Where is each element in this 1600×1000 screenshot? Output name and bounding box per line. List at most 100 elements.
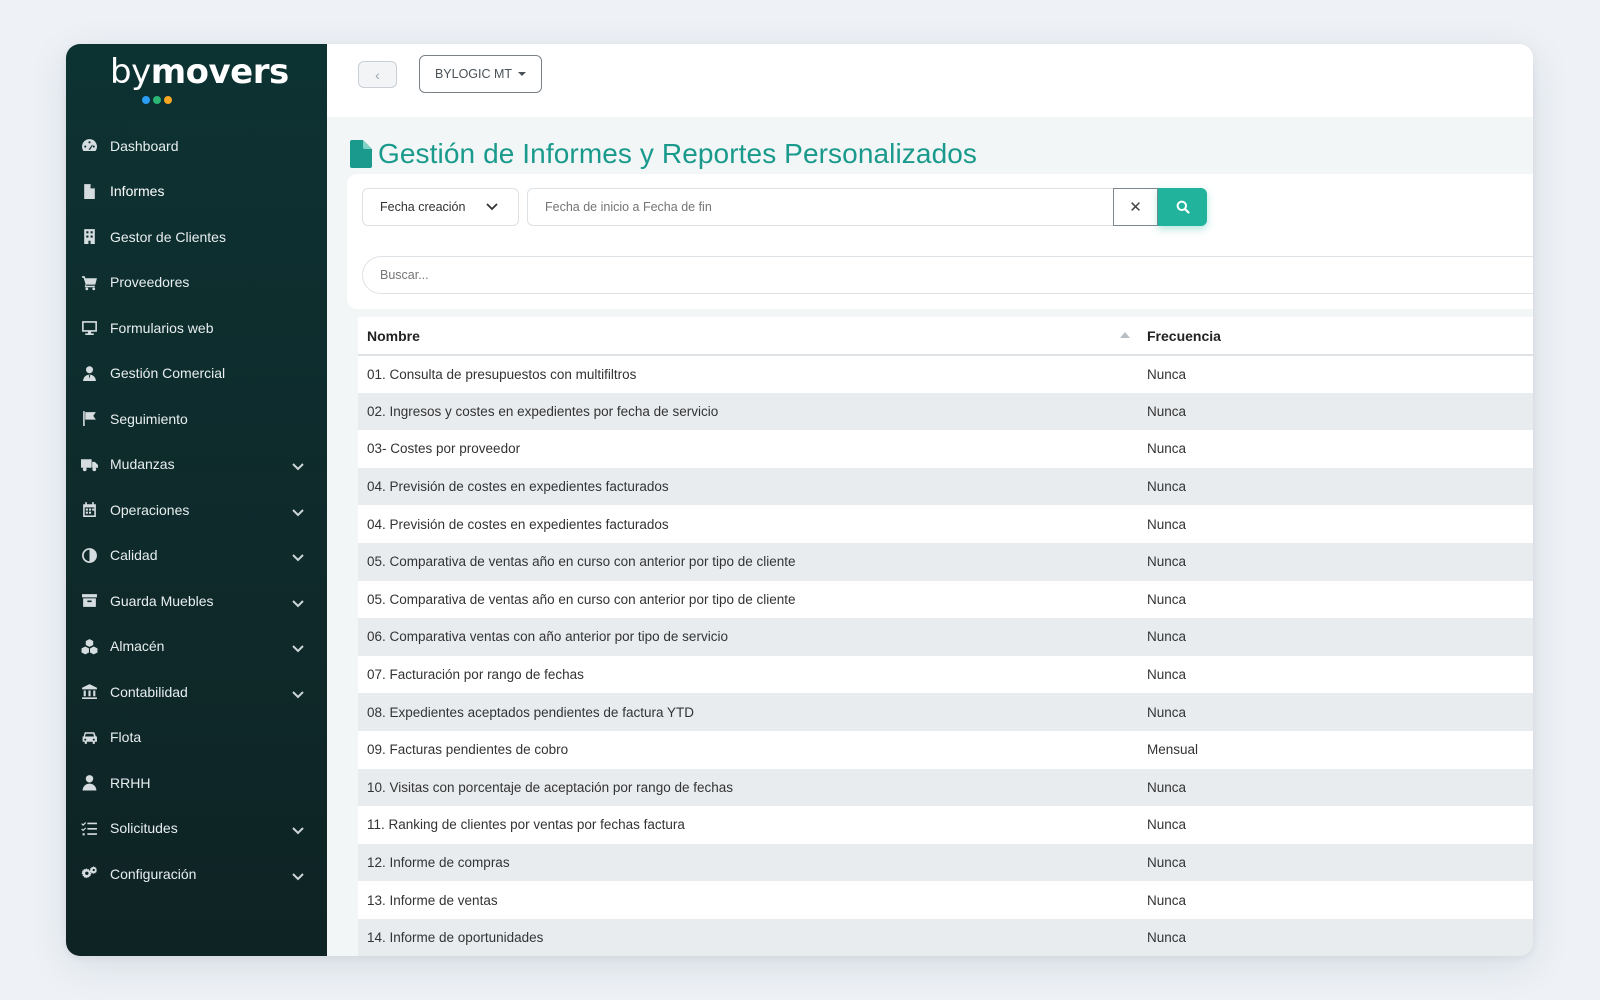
date-type-select[interactable]: Fecha creación xyxy=(362,188,519,226)
report-frequency-cell: Nunca xyxy=(1138,618,1533,656)
search-icon xyxy=(1176,200,1190,214)
sidebar-item-flota[interactable]: Flota xyxy=(66,715,327,761)
sidebar-item-label: RRHH xyxy=(110,774,151,791)
report-frequency-cell: Nunca xyxy=(1138,918,1533,956)
logo-dot-green xyxy=(153,96,161,104)
table-row[interactable]: 06. Comparativa ventas con año anterior … xyxy=(358,618,1533,656)
file-icon xyxy=(350,140,372,168)
date-range-input[interactable] xyxy=(527,188,1113,226)
close-icon: ✕ xyxy=(1129,199,1142,216)
sidebar-item-label: Seguimiento xyxy=(110,410,188,427)
sidebar-item-rrhh[interactable]: RRHH xyxy=(66,760,327,806)
sidebar-item-calidad[interactable]: Calidad xyxy=(66,533,327,579)
date-type-value: Fecha creación xyxy=(380,200,466,214)
chevron-down-icon[interactable] xyxy=(291,550,305,562)
table-row[interactable]: 12. Informe de compras Nunca xyxy=(358,843,1533,882)
sidebar-item-configuracion[interactable]: Configuración xyxy=(66,851,327,897)
search-button[interactable] xyxy=(1158,188,1207,226)
page-title: Gestión de Informes y Reportes Personali… xyxy=(378,138,978,169)
table-row[interactable]: 08. Expedientes aceptados pendientes de … xyxy=(358,693,1533,731)
chevron-down-icon[interactable] xyxy=(291,641,305,653)
table-row[interactable]: 04. Previsión de costes en expedientes f… xyxy=(358,467,1533,506)
table-row[interactable]: 02. Ingresos y costes en expedientes por… xyxy=(358,392,1533,431)
sidebar-item-label: Formularios web xyxy=(110,319,214,336)
report-name-cell: 04. Previsión de costes en expedientes f… xyxy=(358,505,1138,543)
chevron-down-icon[interactable] xyxy=(291,505,305,517)
sidebar-item-gestor-de-clientes[interactable]: Gestor de Clientes xyxy=(66,214,327,260)
table-row[interactable]: 13. Informe de ventas Nunca xyxy=(358,881,1533,919)
report-frequency-cell: Nunca xyxy=(1138,392,1533,431)
table-row[interactable]: 03- Costes por proveedor Nunca xyxy=(358,430,1533,468)
sidebar-item-almacen[interactable]: Almacén xyxy=(66,624,327,670)
tachometer-icon xyxy=(79,137,99,155)
report-name-cell: 01. Consulta de presupuestos con multifi… xyxy=(358,355,1138,393)
report-name-cell: 13. Informe de ventas xyxy=(358,881,1138,919)
user-tie-icon xyxy=(79,364,99,382)
chevron-down-icon[interactable] xyxy=(291,869,305,881)
table-row[interactable]: 07. Facturación por rango de fechas Nunca xyxy=(358,655,1533,694)
table-row[interactable]: 10. Visitas con porcentaje de aceptación… xyxy=(358,768,1533,807)
report-frequency-cell: Nunca xyxy=(1138,806,1533,844)
sidebar-item-dashboard[interactable]: Dashboard xyxy=(66,123,327,169)
sidebar-item-label: Informes xyxy=(110,183,165,200)
brand-logo[interactable]: bymovers xyxy=(110,52,289,108)
bank-icon xyxy=(79,683,99,701)
sidebar-item-label: Operaciones xyxy=(110,501,190,518)
report-frequency-cell: Nunca xyxy=(1138,355,1533,393)
sidebar-item-informes[interactable]: Informes xyxy=(66,169,327,215)
report-name-cell: 04. Previsión de costes en expedientes f… xyxy=(358,467,1138,506)
table-row[interactable]: 11. Ranking de clientes por ventas por f… xyxy=(358,806,1533,844)
sidebar-item-gestion-comercial[interactable]: Gestión Comercial xyxy=(66,351,327,397)
logo-dot-orange xyxy=(164,96,172,104)
sidebar-item-mudanzas[interactable]: Mudanzas xyxy=(66,442,327,488)
sidebar-item-label: Mudanzas xyxy=(110,456,175,473)
sort-ascending-icon[interactable] xyxy=(1120,332,1130,338)
car-icon xyxy=(79,728,99,746)
report-frequency-cell: Nunca xyxy=(1138,580,1533,619)
topbar: ‹ BYLOGIC MT xyxy=(327,44,1533,117)
list-check-icon xyxy=(79,819,99,837)
table-row[interactable]: 05. Comparativa de ventas año en curso c… xyxy=(358,542,1533,581)
app-window: bymovers Dashboard Informes Gestor de Clie… xyxy=(66,44,1533,956)
chevron-down-icon[interactable] xyxy=(291,459,305,471)
user-icon xyxy=(79,774,99,792)
sidebar-item-label: Gestor de Clientes xyxy=(110,228,226,245)
table-row[interactable]: 05. Comparativa de ventas año en curso c… xyxy=(358,580,1533,619)
sidebar-item-solicitudes[interactable]: Solicitudes xyxy=(66,806,327,852)
report-name-cell: 05. Comparativa de ventas año en curso c… xyxy=(358,542,1138,581)
sidebar-item-label: Proveedores xyxy=(110,274,190,291)
chevron-down-icon[interactable] xyxy=(291,687,305,699)
sidebar-item-guarda-muebles[interactable]: Guarda Muebles xyxy=(66,578,327,624)
table-row[interactable]: 01. Consulta de presupuestos con multifi… xyxy=(358,355,1533,393)
table-row[interactable]: 09. Facturas pendientes de cobro Mensual xyxy=(358,730,1533,769)
sidebar-item-label: Guarda Muebles xyxy=(110,592,214,609)
column-header-nombre[interactable]: Nombre xyxy=(358,317,1138,356)
sidebar-item-label: Almacén xyxy=(110,638,165,655)
report-frequency-cell: Nunca xyxy=(1138,542,1533,581)
clear-dates-button[interactable]: ✕ xyxy=(1113,188,1158,226)
truck-icon xyxy=(79,455,99,473)
table-row[interactable]: 14. Informe de oportunidades Nunca xyxy=(358,918,1533,956)
sidebar-item-label: Contabilidad xyxy=(110,683,188,700)
search-input[interactable] xyxy=(362,256,1533,294)
report-name-cell: 12. Informe de compras xyxy=(358,843,1138,882)
monitor-icon xyxy=(79,319,99,337)
logo-dots xyxy=(142,96,172,104)
sidebar-item-seguimiento[interactable]: Seguimiento xyxy=(66,396,327,442)
table-row[interactable]: 04. Previsión de costes en expedientes f… xyxy=(358,505,1533,543)
report-name-cell: 09. Facturas pendientes de cobro xyxy=(358,730,1138,769)
sidebar-item-operaciones[interactable]: Operaciones xyxy=(66,487,327,533)
column-header-frecuencia[interactable]: Frecuencia xyxy=(1138,317,1533,356)
collapse-sidebar-button[interactable]: ‹ xyxy=(358,61,397,88)
chevron-down-icon[interactable] xyxy=(291,596,305,608)
report-name-cell: 11. Ranking de clientes por ventas por f… xyxy=(358,806,1138,844)
report-frequency-cell: Nunca xyxy=(1138,655,1533,694)
sidebar-item-label: Dashboard xyxy=(110,137,179,154)
chevron-down-icon[interactable] xyxy=(291,823,305,835)
company-dropdown[interactable]: BYLOGIC MT xyxy=(419,55,542,93)
sidebar-item-proveedores[interactable]: Proveedores xyxy=(66,260,327,306)
sidebar-item-label: Calidad xyxy=(110,547,158,564)
sidebar-item-contabilidad[interactable]: Contabilidad xyxy=(66,669,327,715)
flag-icon xyxy=(79,410,99,428)
sidebar-item-formularios-web[interactable]: Formularios web xyxy=(66,305,327,351)
